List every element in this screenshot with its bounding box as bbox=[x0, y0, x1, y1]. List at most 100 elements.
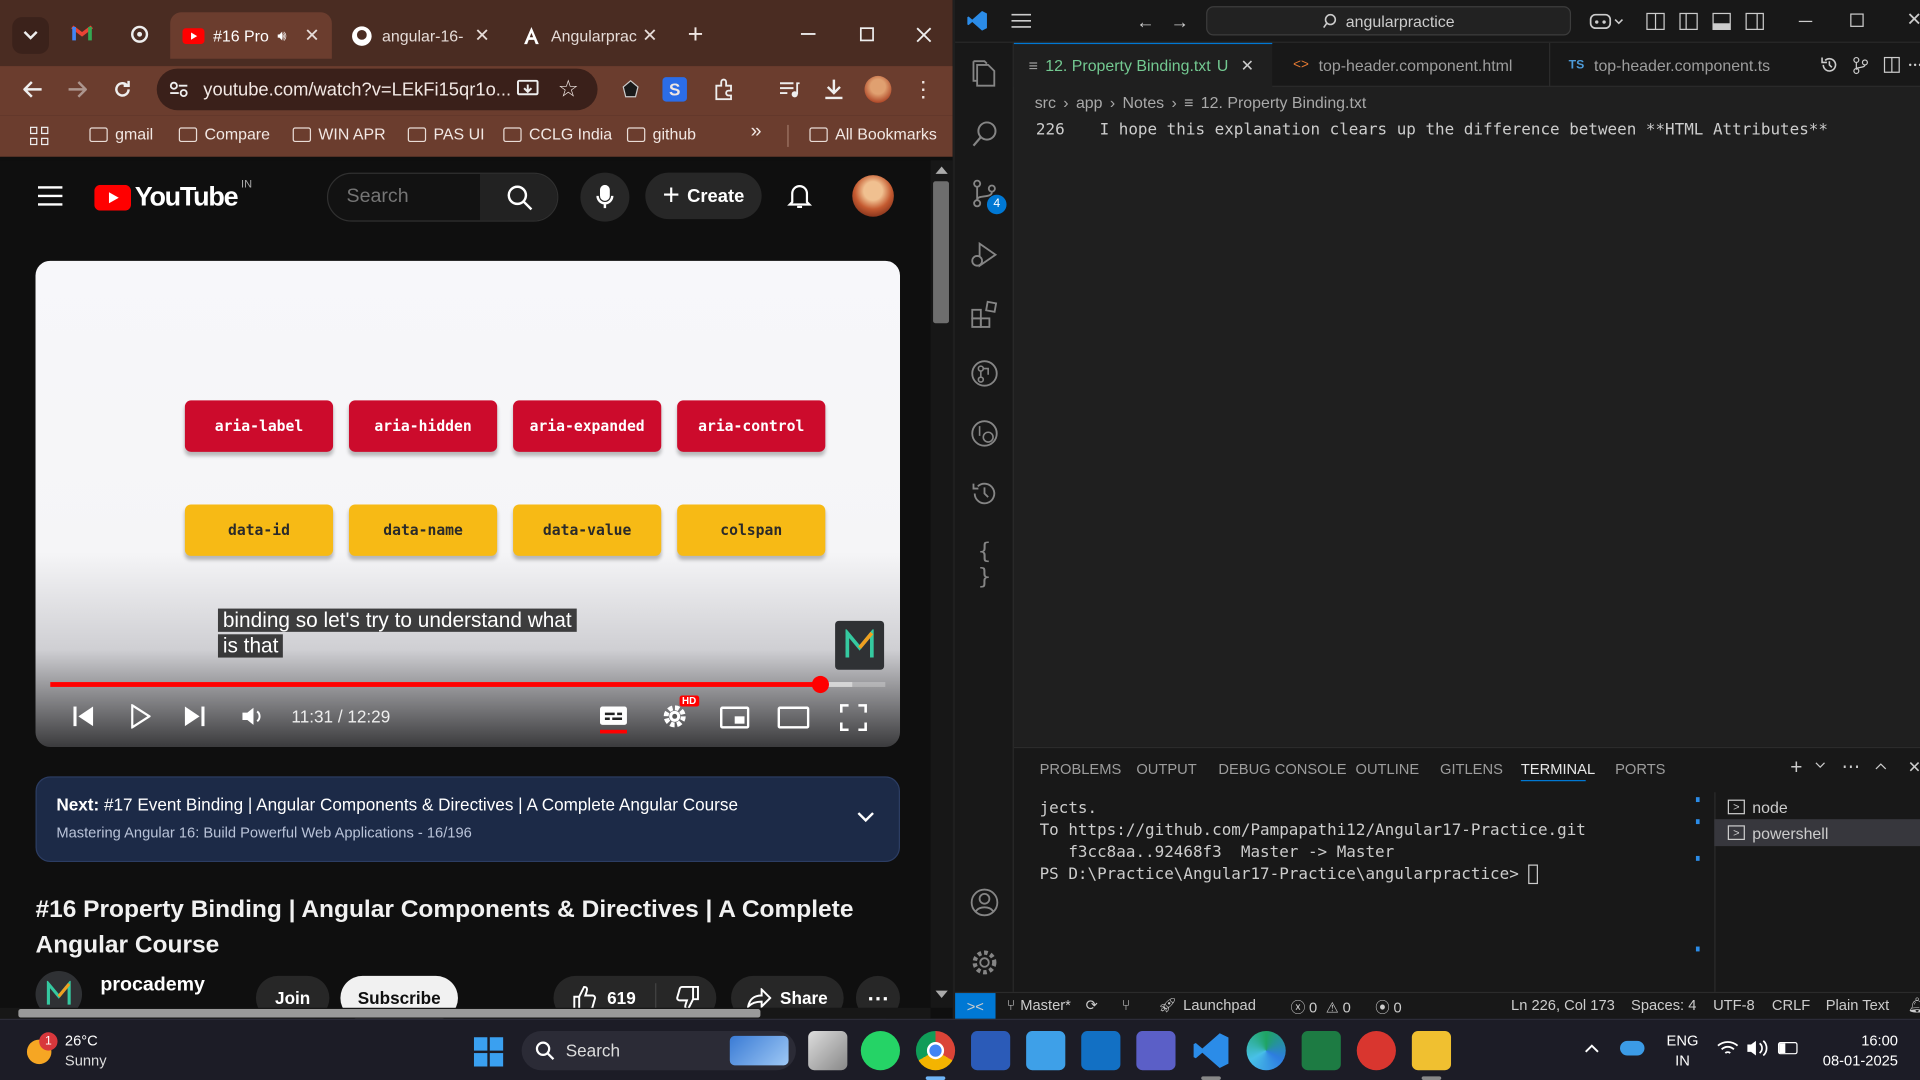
chatgpt-tab-icon[interactable] bbox=[129, 23, 151, 45]
bookmark-gmail[interactable]: gmail bbox=[89, 125, 153, 143]
maximize-button[interactable] bbox=[855, 20, 879, 49]
terminal-item-node[interactable]: > node bbox=[1727, 795, 1920, 819]
sync-icon[interactable]: ⟳ bbox=[1086, 997, 1098, 1014]
forward-button[interactable] bbox=[64, 76, 91, 103]
panel-tab-gitlens[interactable]: GITLENS bbox=[1440, 760, 1503, 777]
tab-youtube[interactable]: #16 Pro 🔊︎ ✕ bbox=[170, 12, 332, 59]
teams-icon[interactable] bbox=[1136, 1031, 1176, 1071]
explorer-icon[interactable] bbox=[970, 59, 999, 88]
excel-icon[interactable] bbox=[1301, 1031, 1341, 1071]
dislike-button[interactable] bbox=[656, 985, 716, 1010]
scrollbar-down-icon[interactable] bbox=[935, 990, 948, 998]
extension-icon[interactable] bbox=[620, 78, 642, 100]
close-window-button[interactable] bbox=[911, 20, 935, 49]
bookmark-pas-ui[interactable]: PAS UI bbox=[407, 125, 485, 143]
new-terminal-icon[interactable]: + bbox=[1790, 756, 1802, 780]
app-red-icon[interactable] bbox=[1356, 1031, 1396, 1071]
nav-forward-icon[interactable]: → bbox=[1171, 12, 1189, 33]
copilot-icon[interactable] bbox=[1589, 11, 1624, 31]
panel-more-icon[interactable]: ⋯ bbox=[1842, 756, 1860, 778]
bookmark-cclg-india[interactable]: CCLG India bbox=[503, 125, 612, 143]
panel-tab-ports[interactable]: PORTS bbox=[1615, 760, 1665, 777]
language-indicator[interactable]: ENG IN bbox=[1667, 1031, 1699, 1070]
onedrive-icon[interactable] bbox=[1620, 1040, 1645, 1056]
panel-tab-output[interactable]: OUTPUT bbox=[1136, 760, 1196, 777]
site-info-icon[interactable] bbox=[169, 81, 189, 98]
previous-button[interactable] bbox=[72, 705, 94, 727]
start-button[interactable] bbox=[473, 1037, 504, 1067]
file-explorer-icon[interactable] bbox=[1411, 1031, 1452, 1071]
tab-github[interactable]: angular-16- ✕ bbox=[339, 15, 502, 57]
settings-button[interactable]: HD bbox=[661, 695, 699, 732]
problems-status[interactable]: ⓧ 0 ⚠︎ 0 bbox=[1291, 997, 1351, 1018]
search-icon[interactable] bbox=[970, 119, 999, 148]
tab-property-binding[interactable]: ≡ 12. Property Binding.txt U ✕ bbox=[1013, 42, 1273, 87]
close-tab-icon[interactable]: ✕ bbox=[1241, 56, 1254, 76]
tab-angular[interactable]: Angularprac ✕ bbox=[509, 15, 669, 57]
miniplayer-button[interactable] bbox=[720, 706, 750, 729]
branch-status[interactable]: ⑂ Master* ⟳ bbox=[1007, 997, 1098, 1014]
code-editor[interactable]: 226 I hope this explanation clears up th… bbox=[1014, 115, 1834, 746]
panel-tab-problems[interactable]: PROBLEMS bbox=[1040, 760, 1122, 777]
close-tab-icon[interactable]: ✕ bbox=[304, 24, 319, 47]
notifications-bell-icon[interactable]: 🔔︎ bbox=[1908, 997, 1920, 1014]
remote-button[interactable]: >< bbox=[955, 993, 996, 1021]
search-button[interactable] bbox=[480, 173, 558, 221]
volume-button[interactable] bbox=[241, 707, 263, 727]
next-video-title[interactable]: Next: #17 Event Binding | Angular Compon… bbox=[56, 795, 738, 815]
reload-button[interactable] bbox=[109, 76, 136, 103]
extensions-puzzle-icon[interactable] bbox=[710, 76, 737, 103]
fullscreen-button[interactable] bbox=[840, 704, 867, 732]
notepad-icon[interactable] bbox=[1026, 1031, 1066, 1071]
language-mode[interactable]: Plain Text bbox=[1826, 997, 1889, 1014]
scrollbar-thumb[interactable] bbox=[933, 181, 949, 324]
task-view-icon[interactable] bbox=[808, 1031, 848, 1071]
taskbar-search[interactable]: Search bbox=[521, 1031, 796, 1071]
scrollbar-up-icon[interactable] bbox=[935, 166, 948, 174]
terminal-item-powershell[interactable]: > powershell bbox=[1714, 819, 1920, 847]
minimize-button[interactable] bbox=[796, 20, 820, 49]
settings-gear-icon[interactable] bbox=[970, 948, 999, 977]
edge-icon[interactable] bbox=[1246, 1031, 1286, 1071]
panel-tab-terminal[interactable]: TERMINAL bbox=[1521, 760, 1595, 777]
play-button[interactable] bbox=[131, 704, 151, 729]
back-button[interactable] bbox=[20, 76, 47, 103]
vertical-scrollbar[interactable] bbox=[930, 160, 953, 1008]
notifications-button[interactable] bbox=[786, 182, 813, 209]
progress-scrubber[interactable] bbox=[812, 675, 830, 694]
vscode-taskbar-icon[interactable] bbox=[1191, 1031, 1230, 1070]
terminal-dropdown-icon[interactable] bbox=[1815, 762, 1826, 769]
bookmark-compare[interactable]: Compare bbox=[178, 125, 270, 143]
tab-search-button[interactable] bbox=[12, 17, 49, 54]
bookmark-star-icon[interactable]: ☆ bbox=[555, 76, 582, 103]
youtube-search-box[interactable] bbox=[326, 172, 559, 222]
youtube-logo[interactable]: YouTube IN bbox=[94, 178, 252, 213]
code-line[interactable]: I hope this explanation clears up the di… bbox=[1100, 121, 1835, 139]
all-bookmarks[interactable]: All Bookmarks bbox=[809, 125, 937, 143]
tab-top-header-html[interactable]: <> top-header.component.html bbox=[1272, 42, 1551, 87]
extensions-icon[interactable] bbox=[970, 300, 999, 329]
command-center-search[interactable]: angularpractice bbox=[1206, 6, 1572, 36]
install-app-icon[interactable] bbox=[514, 76, 541, 103]
close-tab-icon[interactable]: ✕ bbox=[474, 24, 489, 47]
extension-s-icon[interactable]: S bbox=[662, 77, 687, 102]
tab-top-header-ts[interactable]: TS top-header.component.ts bbox=[1550, 43, 1795, 87]
search-input[interactable] bbox=[328, 173, 481, 221]
create-button[interactable]: + Create bbox=[645, 172, 762, 220]
panel-tab-debug-console[interactable]: DEBUG CONSOLE bbox=[1218, 760, 1346, 777]
profile-avatar[interactable] bbox=[864, 75, 892, 103]
line-endings[interactable]: CRLF bbox=[1772, 997, 1810, 1014]
channel-watermark[interactable] bbox=[835, 620, 885, 670]
encoding[interactable]: UTF-8 bbox=[1713, 997, 1755, 1014]
url-text[interactable]: youtube.com/watch?v=LEkFi15qr1o... bbox=[203, 79, 511, 100]
video-player[interactable]: aria-label aria-hidden aria-expanded ari… bbox=[35, 260, 901, 747]
git-graph-icon[interactable]: ⑂ bbox=[1122, 997, 1131, 1014]
indentation[interactable]: Spaces: 4 bbox=[1631, 997, 1696, 1014]
weather-widget[interactable]: 1 26°C Sunny bbox=[26, 1032, 125, 1071]
gmail-tab-icon[interactable] bbox=[71, 24, 93, 41]
subtitles-button[interactable] bbox=[599, 704, 628, 734]
word-icon[interactable] bbox=[971, 1031, 1011, 1071]
maximize-panel-icon[interactable] bbox=[1875, 763, 1887, 770]
cursor-position[interactable]: Ln 226, Col 173 bbox=[1511, 997, 1615, 1014]
nav-back-icon[interactable]: ← bbox=[1136, 12, 1154, 33]
